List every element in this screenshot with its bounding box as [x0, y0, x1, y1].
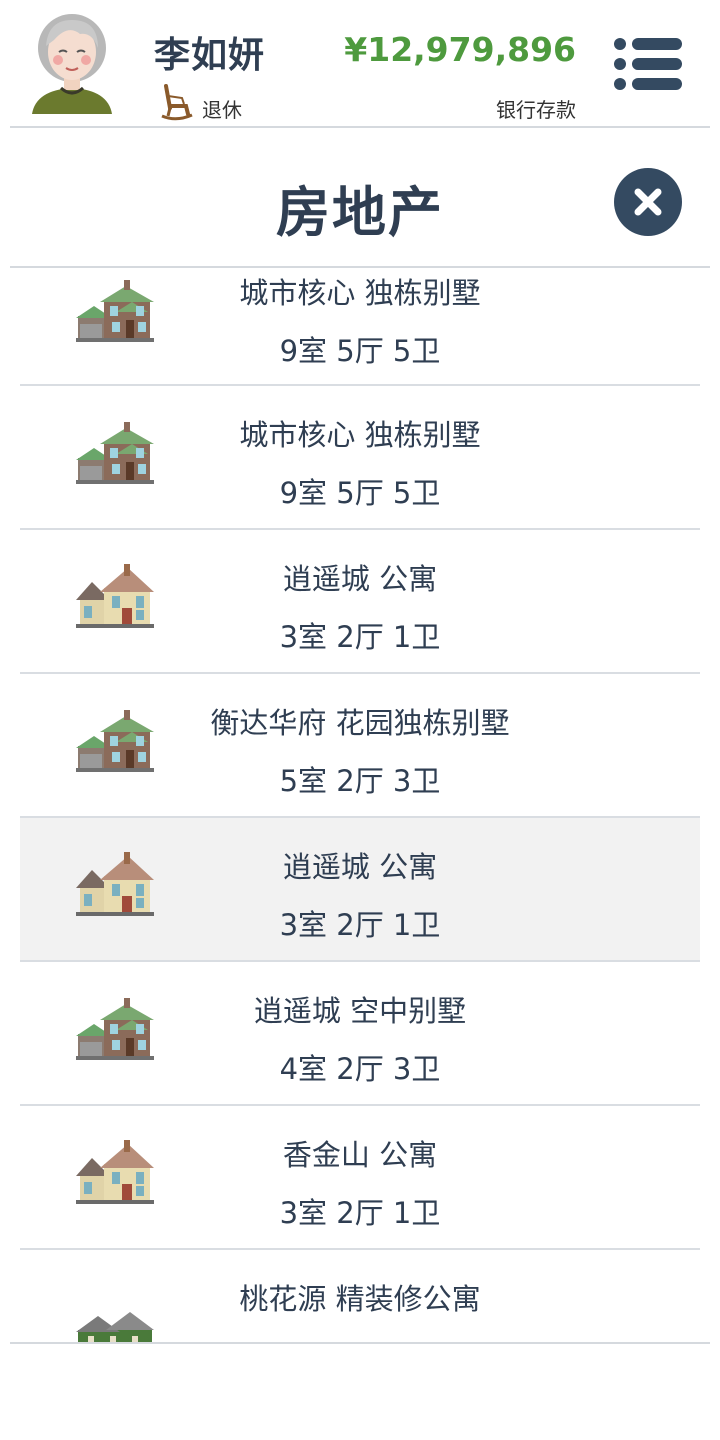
property-rooms: 4室 2厅 3卫 [279, 1052, 441, 1086]
property-rooms: 3室 2厅 1卫 [279, 1196, 441, 1230]
menu-list-icon [614, 38, 682, 90]
property-name: 城市核心 独栋别墅 [239, 276, 481, 310]
property-name: 逍遥城 空中别墅 [253, 994, 467, 1028]
property-list-item[interactable]: 逍遥城 空中别墅 4室 2厅 3卫 [20, 962, 700, 1106]
property-rooms: 3室 2厅 1卫 [279, 908, 441, 942]
property-name: 香金山 公寓 [282, 1138, 438, 1172]
property-name: 衡达华府 花园独栋别墅 [210, 706, 510, 740]
property-list-item[interactable]: 逍遥城 公寓 3室 2厅 1卫 [20, 530, 700, 674]
property-name: 桃花源 精装修公寓 [239, 1282, 481, 1316]
bank-balance-label: 银行存款 [496, 98, 576, 122]
player-name: 李如妍 [154, 35, 266, 76]
property-name: 逍遥城 公寓 [282, 850, 438, 884]
list-bottom-divider [10, 1342, 710, 1344]
property-rooms: 9室 5厅 5卫 [279, 476, 441, 510]
player-header: 李如妍 退休 ¥12,979,896 银行存款 [0, 0, 720, 128]
property-list-item[interactable]: 衡达华府 花园独栋别墅 5室 2厅 3卫 [20, 674, 700, 818]
close-icon [634, 188, 662, 216]
player-status: 退休 [202, 98, 242, 122]
rocking-chair-icon [160, 82, 194, 122]
property-rooms: 3室 2厅 1卫 [279, 620, 441, 654]
property-rooms: 5室 2厅 3卫 [279, 764, 441, 798]
property-list-item[interactable]: 桃花源 精装修公寓 [20, 1250, 700, 1344]
property-name: 城市核心 独栋别墅 [239, 418, 481, 452]
menu-button[interactable] [612, 36, 684, 92]
property-list-item[interactable]: 香金山 公寓 3室 2厅 1卫 [20, 1106, 700, 1250]
property-list-viewport[interactable]: 城市核心 独栋别墅 9室 5厅 5卫 城市核心 独栋别墅 9室 5厅 5卫 逍遥城 … [0, 268, 720, 1344]
property-name: 逍遥城 公寓 [282, 562, 438, 596]
elderly-woman-avatar-icon [28, 10, 116, 118]
page-title: 房地产 [276, 181, 444, 244]
property-list-item[interactable]: 城市核心 独栋别墅 9室 5厅 5卫 [20, 386, 700, 530]
close-button[interactable] [614, 168, 682, 236]
property-list-item[interactable]: 逍遥城 公寓 3室 2厅 1卫 [20, 818, 700, 962]
property-list-item[interactable]: 城市核心 独栋别墅 9室 5厅 5卫 [20, 268, 700, 386]
property-list: 城市核心 独栋别墅 9室 5厅 5卫 城市核心 独栋别墅 9室 5厅 5卫 逍遥城 … [20, 268, 700, 1344]
title-bar: 房地产 [0, 128, 720, 268]
property-rooms: 9室 5厅 5卫 [279, 334, 441, 368]
real-estate-screen: 李如妍 退休 ¥12,979,896 银行存款 房地产 城市核心 独栋别墅 9室… [0, 0, 720, 1440]
bank-balance: ¥12,979,896 [344, 30, 576, 69]
